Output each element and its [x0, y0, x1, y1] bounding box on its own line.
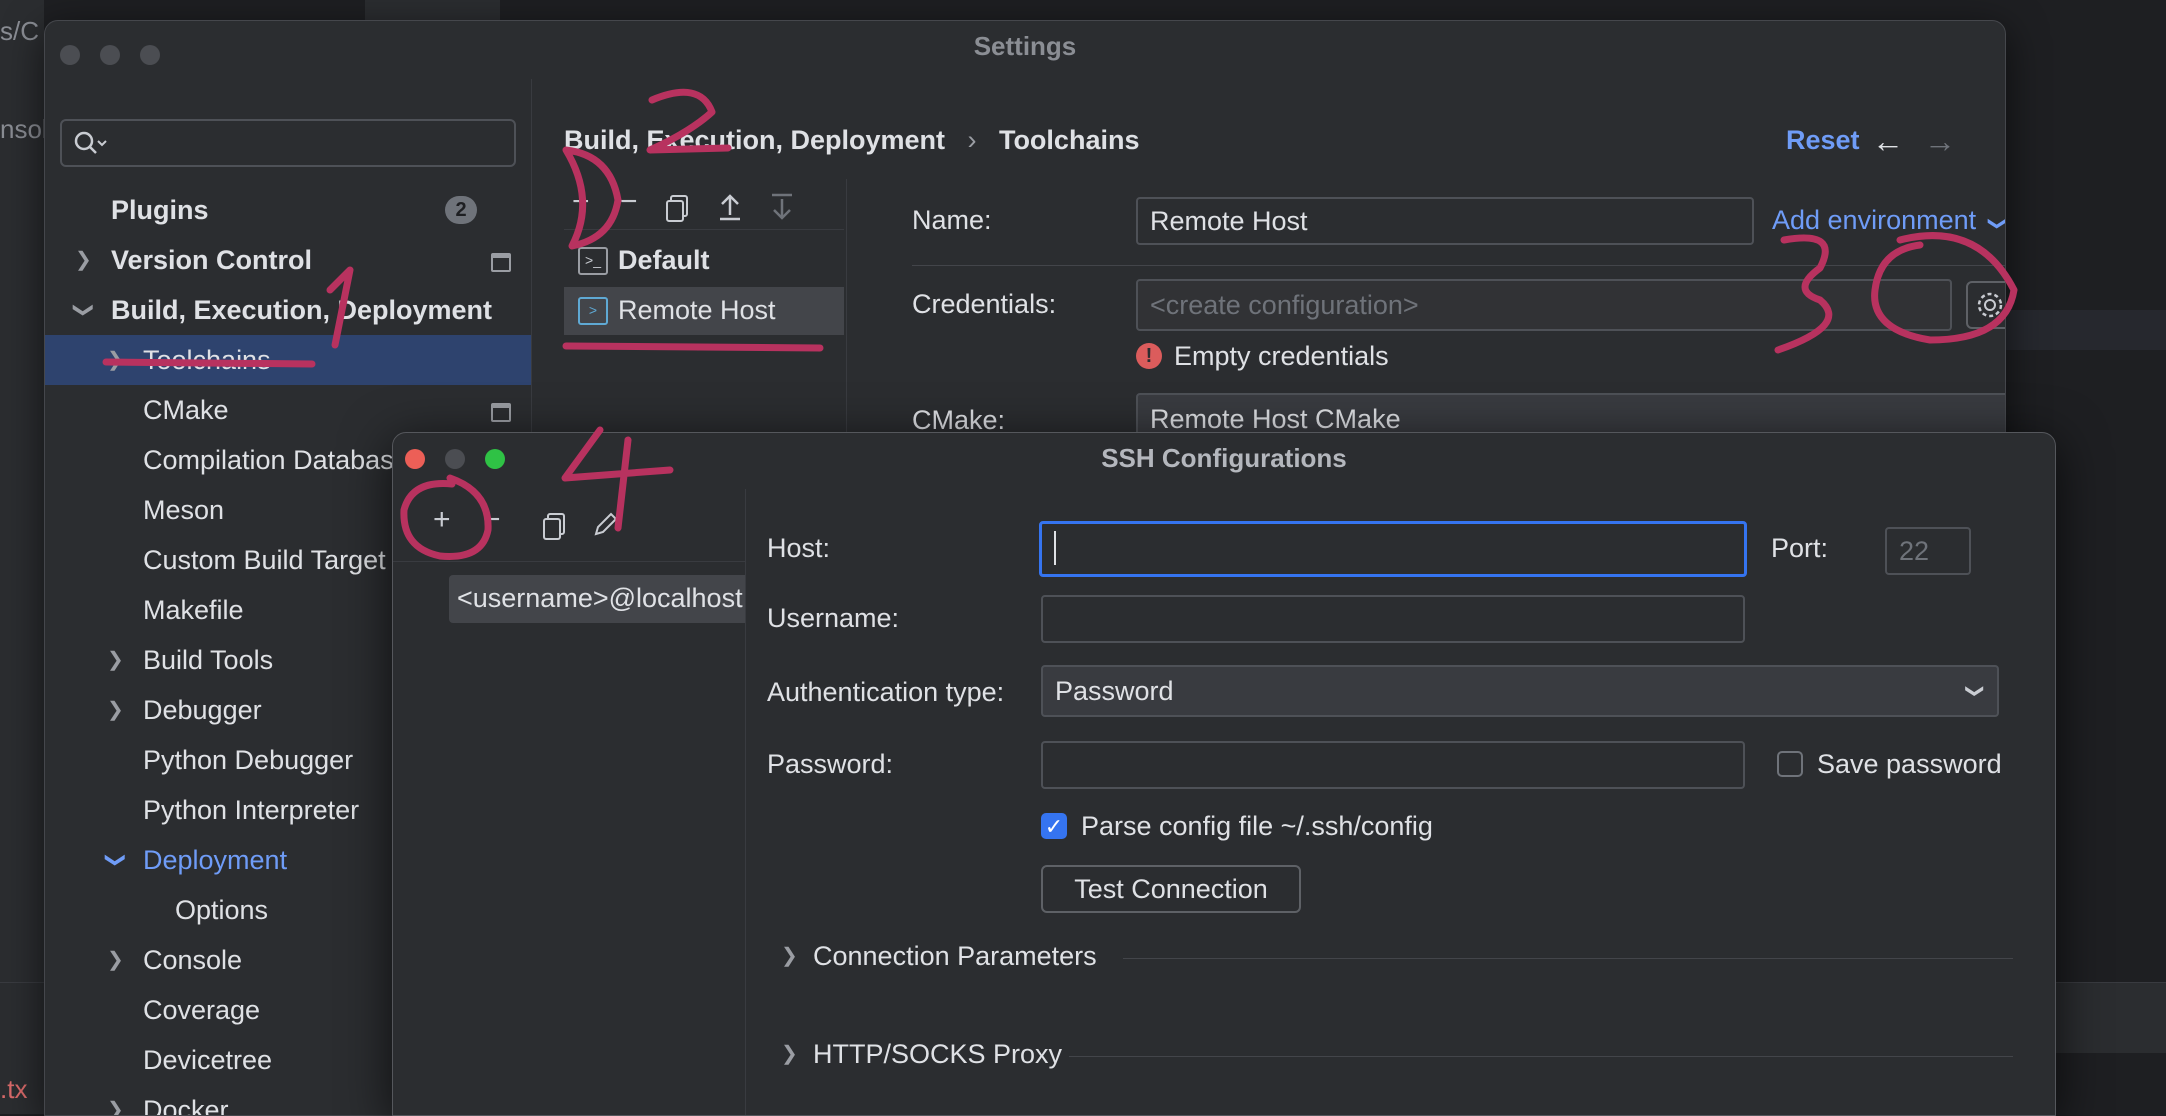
add-environment-link[interactable]: Add environment ❯ — [1772, 205, 2005, 236]
breadcrumb: Build, Execution, Deployment › Toolchain… — [564, 125, 1139, 156]
chevron-right-icon[interactable]: ❯ — [75, 235, 92, 285]
toolchain-item-default[interactable]: >_ Default — [564, 237, 844, 285]
chevron-right-icon[interactable]: ❯ — [107, 1085, 124, 1115]
username-label: Username: — [767, 603, 900, 633]
credentials-label: Credentials: — [912, 289, 1057, 319]
credentials-select[interactable]: <create configuration> — [1136, 279, 1952, 331]
chevron-right-icon[interactable]: ❯ — [107, 635, 124, 685]
remote-terminal-icon: > — [578, 297, 608, 325]
text-cursor — [1054, 530, 1056, 565]
add-toolchain-icon[interactable]: + — [572, 185, 590, 219]
name-label: Name: — [912, 205, 992, 235]
chevron-down-icon[interactable]: ❯ — [90, 852, 140, 869]
settings-title: Settings — [973, 31, 1077, 61]
password-label: Password: — [767, 749, 894, 779]
host-input[interactable] — [1039, 521, 1747, 577]
section-divider — [1123, 958, 2013, 959]
test-connection-button[interactable]: Test Connection — [1041, 865, 1301, 913]
chevron-right-icon[interactable]: ❯ — [107, 335, 124, 385]
chevron-down-icon: ❯ — [1965, 683, 1986, 699]
back-arrow-icon[interactable]: ← — [1872, 123, 1904, 160]
parse-config-checkbox[interactable]: ✓ — [1041, 813, 1067, 839]
edit-pencil-icon[interactable] — [591, 509, 621, 539]
chevron-right-icon[interactable]: ❯ — [107, 685, 124, 735]
terminal-icon: >_ — [578, 247, 608, 275]
tree-item-toolchains[interactable]: ❯ Toolchains — [45, 335, 531, 385]
save-password-checkbox[interactable] — [1777, 751, 1803, 777]
section-divider — [1069, 1056, 2013, 1057]
move-up-icon[interactable] — [716, 191, 744, 223]
chevron-right-icon[interactable]: ❯ — [781, 1041, 798, 1066]
error-icon: ! — [1136, 343, 1162, 369]
port-label: Port: — [1771, 533, 1829, 563]
breadcrumb-separator: › — [967, 125, 977, 155]
settings-search-input[interactable] — [60, 119, 516, 167]
username-input[interactable] — [1041, 595, 1745, 643]
copy-icon[interactable] — [664, 193, 692, 223]
save-password-label: Save password — [1817, 749, 2002, 779]
authentication-type-select[interactable]: Password ❯ — [1041, 665, 1999, 717]
breadcrumb-parent[interactable]: Build, Execution, Deployment — [564, 125, 945, 155]
ssh-config-item[interactable]: <username>@localhost — [449, 575, 745, 623]
tree-item-plugins[interactable]: Plugins 2 — [45, 185, 531, 235]
password-input[interactable] — [1041, 741, 1745, 789]
tree-item-build-execution-deployment[interactable]: ❯ Build, Execution, Deployment — [45, 285, 531, 335]
ssh-dialog-title: SSH Configurations — [1101, 443, 1347, 473]
remove-ssh-config-icon[interactable]: − — [483, 503, 501, 537]
connection-parameters-section[interactable]: Connection Parameters — [813, 941, 1097, 972]
chevron-down-icon: ❯ — [1987, 215, 2006, 232]
project-scope-icon — [491, 403, 511, 422]
ssh-config-list-panel: + − <username>@localhost — [393, 489, 746, 1115]
port-input[interactable]: 22 — [1885, 527, 1971, 575]
add-ssh-config-icon[interactable]: + — [433, 503, 451, 537]
reset-link[interactable]: Reset — [1786, 125, 1860, 156]
copy-icon[interactable] — [541, 511, 569, 541]
move-down-icon[interactable] — [768, 191, 796, 223]
toolbar-divider — [393, 561, 745, 562]
background-file-text: .tx — [0, 1074, 28, 1104]
name-input[interactable]: Remote Host — [1136, 197, 1754, 245]
chevron-right-icon[interactable]: ❯ — [107, 935, 124, 985]
search-icon — [74, 131, 107, 154]
authentication-type-label: Authentication type: — [767, 677, 1005, 707]
remove-toolchain-icon[interactable]: − — [620, 185, 638, 219]
gear-icon[interactable] — [1966, 281, 2006, 329]
background-path-text: s/C — [0, 16, 39, 46]
credentials-error-text: Empty credentials — [1174, 341, 1389, 371]
parse-config-label: Parse config file ~/.ssh/config — [1081, 811, 1433, 841]
toolbar-divider — [564, 229, 844, 230]
tree-item-version-control[interactable]: ❯ Version Control — [45, 235, 531, 285]
background-left-strip — [0, 0, 44, 1114]
chevron-right-icon[interactable]: ❯ — [781, 943, 798, 968]
background-line-highlight — [1990, 310, 2166, 350]
proxy-section[interactable]: HTTP/SOCKS Proxy — [813, 1039, 1062, 1070]
form-divider — [912, 265, 2005, 266]
host-label: Host: — [767, 533, 831, 563]
project-scope-icon — [491, 253, 511, 272]
tree-item-cmake[interactable]: CMake — [45, 385, 531, 435]
chevron-down-icon[interactable]: ❯ — [58, 302, 108, 319]
forward-arrow-icon[interactable]: → — [1924, 123, 1956, 160]
breadcrumb-current: Toolchains — [998, 125, 1140, 155]
toolchain-item-remote-host[interactable]: > Remote Host — [564, 287, 844, 335]
plugins-count-badge: 2 — [445, 196, 477, 224]
ssh-configurations-dialog: SSH Configurations + − <username>@localh… — [392, 432, 2056, 1116]
